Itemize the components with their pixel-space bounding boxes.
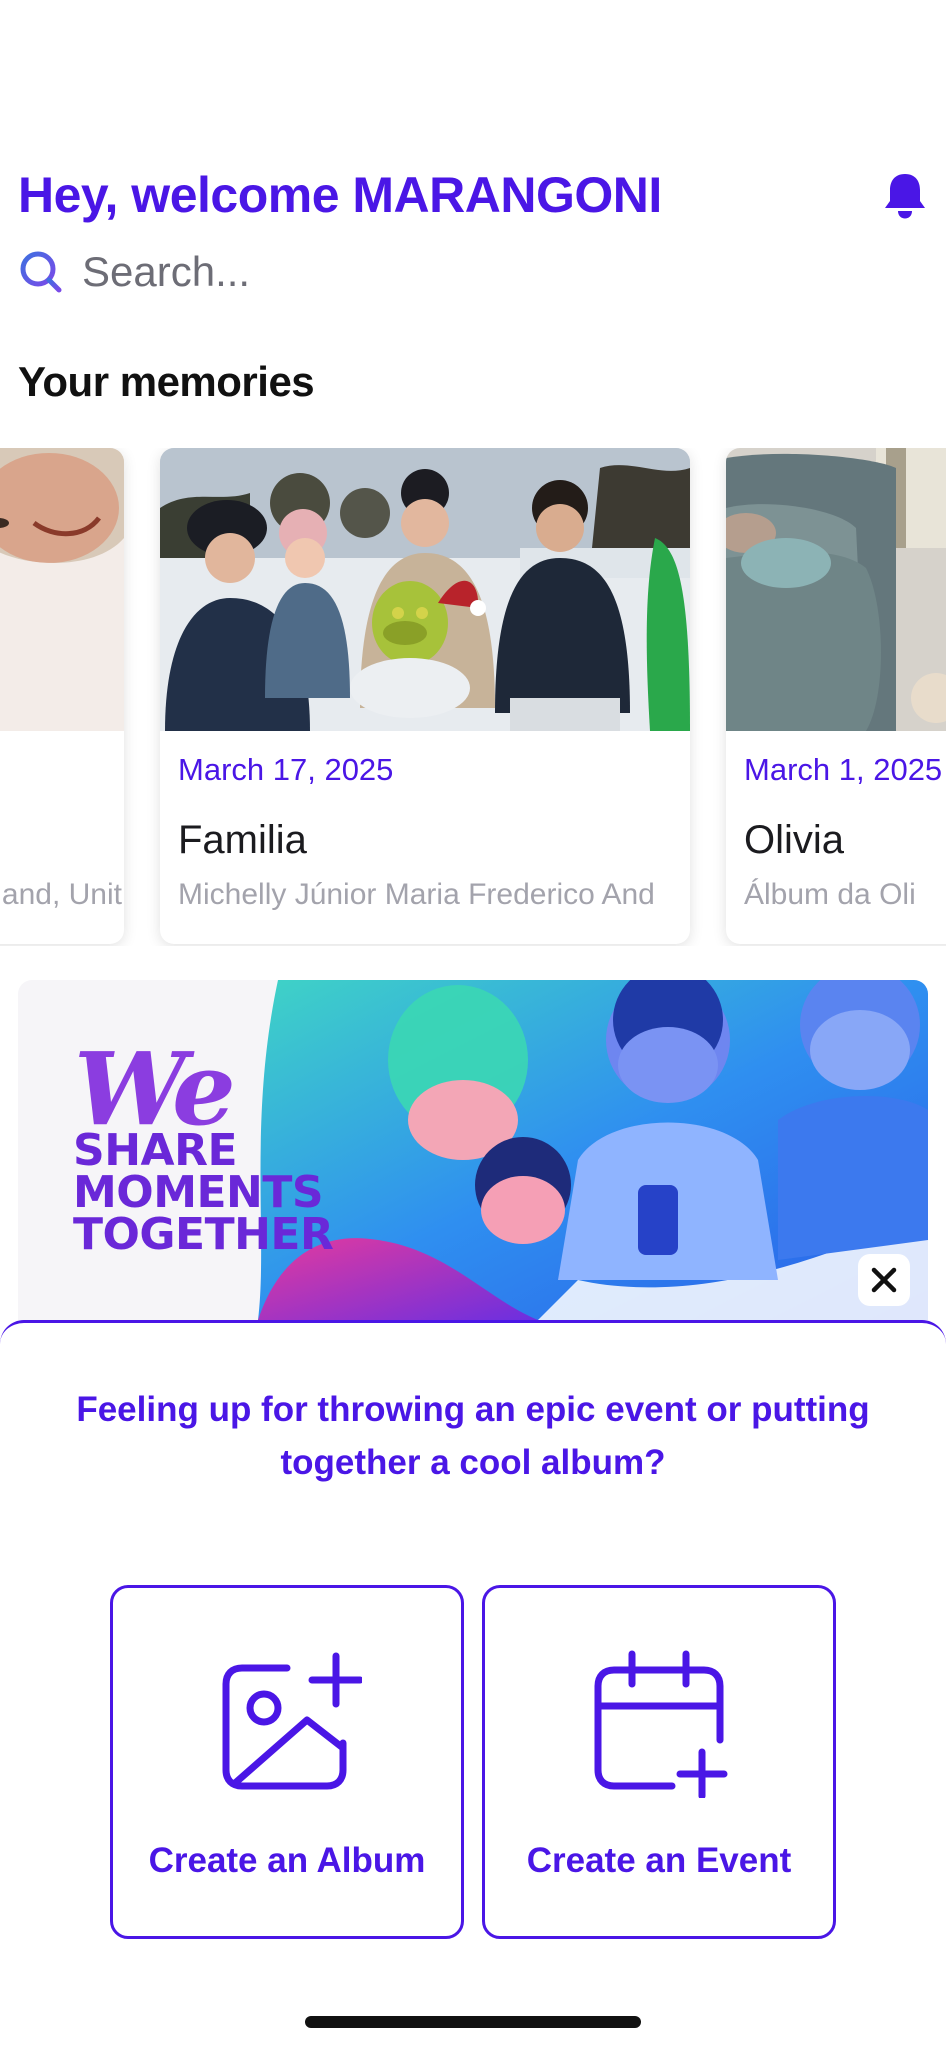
memory-photo xyxy=(0,448,124,731)
memory-photo xyxy=(726,448,946,731)
banner-tagline-line: TOGETHER xyxy=(73,1209,334,1260)
memory-name: Familia xyxy=(178,818,307,862)
memory-people: Michelly Júnior Maria Frederico And xyxy=(178,878,655,911)
close-icon xyxy=(871,1267,897,1293)
banner-tagline-line: MOMENTS xyxy=(73,1167,324,1218)
memories-title: Your memories xyxy=(18,358,315,405)
memory-photo xyxy=(160,448,690,731)
create-prompt: Feeling up for throwing an epic event or… xyxy=(76,1390,870,1482)
memory-card[interactable]: March 1, 2025 Olivia Álbum da Oli xyxy=(726,448,946,944)
memory-people: Álbum da Oli xyxy=(744,878,916,911)
create-event-label: Create an Event xyxy=(526,1841,792,1880)
create-event-button[interactable]: Create an Event xyxy=(482,1585,836,1939)
calendar-add-icon xyxy=(594,1650,728,1798)
memory-card[interactable]: and, Unit xyxy=(0,448,124,944)
search-bar[interactable]: Search... xyxy=(18,248,250,296)
add-photo-icon xyxy=(222,1652,362,1790)
home-indicator xyxy=(305,2016,641,2028)
memory-date: March 17, 2025 xyxy=(178,752,394,787)
memories-carousel[interactable]: and, Unit March 17, 2025 Familia Michell… xyxy=(0,448,946,946)
search-input[interactable]: Search... xyxy=(82,248,250,296)
banner-tagline-line: SHARE xyxy=(73,1125,238,1176)
memory-card[interactable]: March 17, 2025 Familia Michelly Júnior M… xyxy=(160,448,690,944)
banner-tagline: SHARE MOMENTS TOGETHER xyxy=(73,1125,334,1260)
search-icon xyxy=(20,251,62,293)
close-banner-button[interactable] xyxy=(858,1254,910,1306)
memory-date: March 1, 2025 xyxy=(744,752,943,787)
bell-icon[interactable] xyxy=(882,170,928,220)
create-album-label: Create an Album xyxy=(148,1841,426,1880)
memory-people: and, Unit xyxy=(1,878,122,911)
promo-banner[interactable]: We SHARE MOMENTS TOGETHER xyxy=(18,980,928,1320)
create-bottom-sheet: Feeling up for throwing an epic event or… xyxy=(0,1320,946,2048)
header: Hey, welcome MARANGONI xyxy=(18,160,928,230)
create-album-button[interactable]: Create an Album xyxy=(110,1585,464,1939)
memory-name: Olivia xyxy=(744,818,845,862)
welcome-greeting: Hey, welcome MARANGONI xyxy=(18,167,662,223)
